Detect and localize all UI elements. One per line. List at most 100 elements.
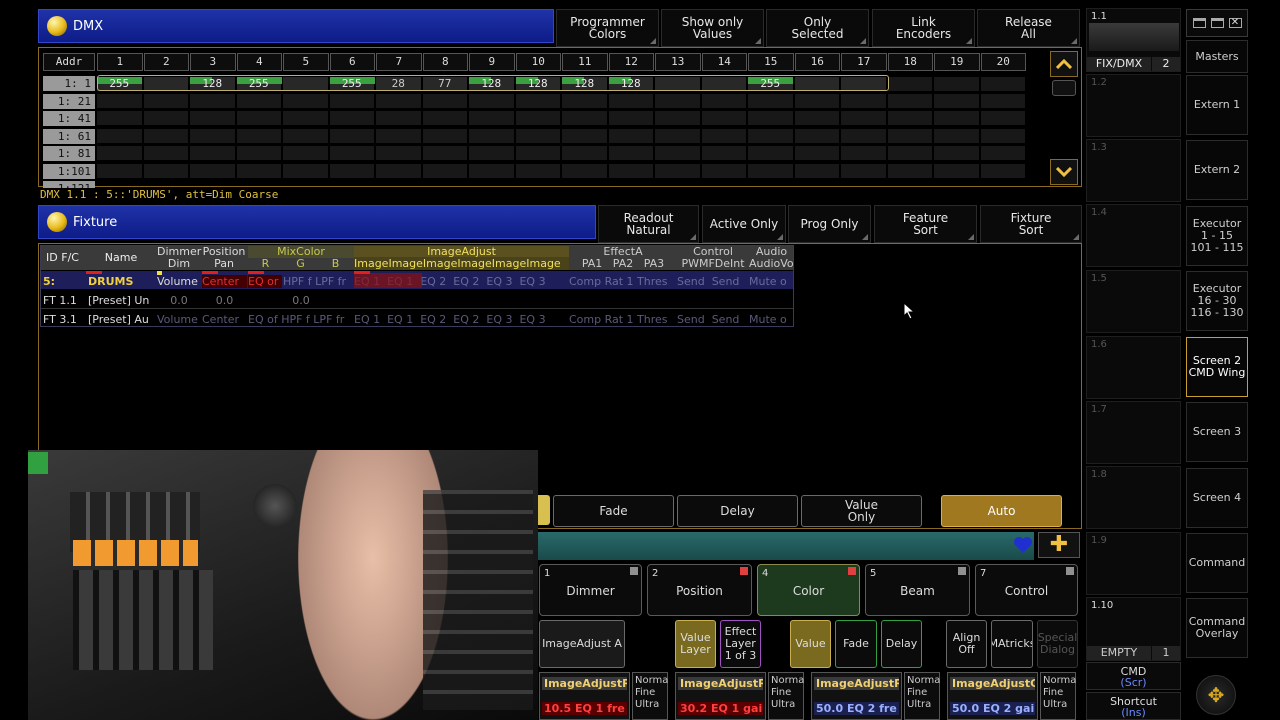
- feature-sort-button[interactable]: Feature Sort: [874, 205, 977, 243]
- executor-1-15-button[interactable]: Executor 1 - 15 101 - 115: [1186, 206, 1248, 266]
- executor-1-8[interactable]: 1.8: [1086, 466, 1181, 529]
- addr-header: Addr: [43, 53, 95, 71]
- heart-icon[interactable]: [1013, 536, 1033, 554]
- dmx-row-label: 1: 81: [43, 146, 95, 161]
- executor-1-2[interactable]: 1.2: [1086, 74, 1181, 137]
- close-icon[interactable]: ✕: [1228, 18, 1242, 28]
- delay-filter-button[interactable]: Delay: [677, 495, 798, 527]
- delay-button[interactable]: Delay: [881, 620, 922, 668]
- executor-1-10[interactable]: 1.10 EMPTY 1: [1086, 597, 1181, 661]
- readout-natural-button[interactable]: Readout Natural: [598, 205, 699, 243]
- fade-filter-button[interactable]: Fade: [553, 495, 674, 527]
- executor-1-1[interactable]: 1.1 FIX/DMX 2: [1086, 8, 1181, 72]
- value-button[interactable]: Value: [790, 620, 831, 668]
- active-only-button[interactable]: Active Only: [702, 205, 786, 243]
- value-only-button[interactable]: Value Only: [801, 495, 922, 527]
- fixture-sort-button[interactable]: Fixture Sort: [980, 205, 1082, 243]
- encoder-3[interactable]: ImageAdjustRe 50.0 EQ 2 fre: [811, 672, 902, 720]
- feature-beam[interactable]: 5 Beam: [865, 564, 970, 616]
- dmx-column-header: 15: [748, 53, 794, 71]
- executor-1-3[interactable]: 1.3: [1086, 139, 1181, 202]
- screen-4-button[interactable]: Screen 4: [1186, 468, 1248, 528]
- dmx-scroll-down[interactable]: [1050, 159, 1078, 185]
- dmx-cell: [515, 93, 560, 108]
- cmd-button[interactable]: CMD (Scr): [1086, 662, 1181, 690]
- prog-only-button[interactable]: Prog Only: [788, 205, 871, 243]
- col-imageadjust-sub: ImageImageImageImageImageImage: [354, 257, 569, 270]
- dmx-row-label: 1: 1: [43, 76, 95, 91]
- show-only-values-button[interactable]: Show only Values: [661, 9, 764, 47]
- effect-layer-button[interactable]: Effect Layer 1 of 3: [720, 620, 761, 668]
- encoder-2[interactable]: ImageAdjustRe 30.2 EQ 1 gai: [675, 672, 766, 720]
- imageadjust-attribute-button[interactable]: ImageAdjust A: [539, 620, 625, 668]
- dmx-cell: [143, 128, 188, 143]
- extern-1-button[interactable]: Extern 1: [1186, 75, 1248, 135]
- encoder-2-resolution[interactable]: Norma Fine Ultra: [768, 672, 804, 720]
- dmx-cell: [794, 111, 839, 125]
- maximize-icon[interactable]: [1210, 18, 1224, 28]
- fade-button[interactable]: Fade: [835, 620, 877, 668]
- dmx-cell: [701, 128, 746, 143]
- encoder-4-resolution[interactable]: Norma Fine Ultra: [1040, 672, 1076, 720]
- link-encoders-button[interactable]: Link Encoders: [872, 9, 975, 47]
- ball-icon: [47, 16, 67, 36]
- executor-1-4[interactable]: 1.4: [1086, 204, 1181, 267]
- shortcut-button[interactable]: Shortcut (Ins): [1086, 692, 1181, 720]
- encoder-3-resolution[interactable]: Norma Fine Ultra: [904, 672, 940, 720]
- matricks-button[interactable]: MAtricks: [991, 620, 1033, 668]
- dmx-row-label: 1:101: [43, 163, 95, 179]
- executor-page: 2: [1152, 57, 1180, 71]
- screen-2-cmd-wing-button[interactable]: Screen 2 CMD Wing: [1186, 337, 1248, 397]
- move-button[interactable]: ✥: [1196, 675, 1236, 715]
- feature-color[interactable]: 4 Color: [757, 564, 860, 616]
- only-selected-button[interactable]: Only Selected: [766, 9, 869, 47]
- dmx-cell: [469, 111, 514, 125]
- dmx-window-header[interactable]: DMX: [38, 9, 554, 43]
- dmx-value-cell[interactable]: [934, 77, 979, 91]
- dmx-scrollbar-thumb[interactable]: [1052, 80, 1076, 96]
- programmer-colors-button[interactable]: Programmer Colors: [556, 9, 659, 47]
- special-dialog-button[interactable]: Special Dialog: [1037, 620, 1078, 668]
- command-overlay-button[interactable]: Command Overlay: [1186, 598, 1248, 658]
- command-button[interactable]: Command: [1186, 533, 1248, 593]
- minimize-icon[interactable]: [1192, 18, 1206, 28]
- masters-button[interactable]: Masters: [1186, 40, 1248, 73]
- col-audio-sub: AudioVo: [749, 257, 794, 270]
- executor-1-9[interactable]: 1.9: [1086, 532, 1181, 595]
- align-button[interactable]: Align Off: [946, 620, 987, 668]
- add-button[interactable]: ✚: [1038, 532, 1080, 558]
- executor-1-7[interactable]: 1.7: [1086, 401, 1181, 464]
- executor-1-5[interactable]: 1.5: [1086, 270, 1181, 333]
- fixture-window-header[interactable]: Fixture: [38, 205, 596, 239]
- dmx-cell: [980, 93, 1025, 108]
- feature-control[interactable]: 7 Control: [975, 564, 1078, 616]
- value-layer-button[interactable]: Value Layer: [675, 620, 716, 668]
- dmx-cell: [841, 93, 886, 108]
- dmx-value-cell[interactable]: [980, 77, 1025, 91]
- dmx-scroll-up[interactable]: [1050, 51, 1078, 77]
- dmx-row-label: 1: 61: [43, 128, 95, 144]
- dmx-cell: [97, 111, 142, 125]
- dmx-cell: [469, 146, 514, 160]
- release-all-button[interactable]: Release All: [977, 9, 1080, 47]
- executor-1-6[interactable]: 1.6: [1086, 336, 1181, 399]
- feature-position[interactable]: 2 Position: [647, 564, 752, 616]
- encoder-1-resolution[interactable]: Norma Fine Ultra: [632, 672, 668, 720]
- dmx-cell: [422, 146, 467, 160]
- screen-3-button[interactable]: Screen 3: [1186, 402, 1248, 462]
- dmx-cell: [841, 128, 886, 143]
- dmx-cell: [376, 146, 421, 160]
- dmx-cell: [376, 93, 421, 108]
- encoder-4[interactable]: ImageAdjustGr 50.0 EQ 2 gai: [947, 672, 1038, 720]
- dmx-cell: [562, 146, 607, 160]
- extern-2-button[interactable]: Extern 2: [1186, 140, 1248, 200]
- cell-img: EQ 1 EQ 1 EQ 2 EQ 2 EQ 3 EQ 3: [354, 313, 546, 326]
- dmx-cell: [701, 146, 746, 160]
- executor-16-30-button[interactable]: Executor 16 - 30 116 - 130: [1186, 271, 1248, 331]
- dmx-cell: [841, 146, 886, 160]
- encoder-1[interactable]: ImageAdjustRe 10.5 EQ 1 fre: [539, 672, 630, 720]
- auto-button[interactable]: Auto: [941, 495, 1062, 527]
- dmx-cell: [329, 93, 374, 108]
- feature-dimmer[interactable]: 1 Dimmer: [539, 564, 642, 616]
- dmx-value-cell[interactable]: [887, 77, 932, 91]
